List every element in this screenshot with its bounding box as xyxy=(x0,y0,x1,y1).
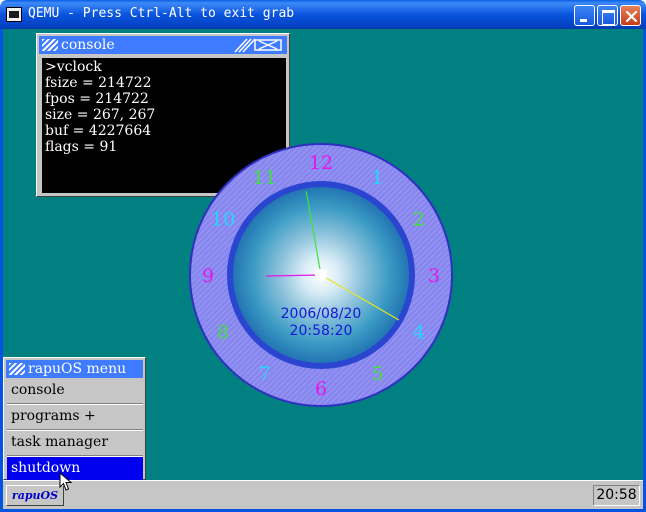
start-button[interactable]: rapuOS xyxy=(6,485,64,506)
taskbar: rapuOS 20:58 xyxy=(3,480,643,509)
menu-item-programs[interactable]: programs + xyxy=(7,405,143,428)
clock-number: 10 xyxy=(211,209,235,231)
clock-date: 2006/08/20 xyxy=(281,306,362,322)
console-line: size = 267, 267 xyxy=(45,107,156,123)
clock-number: 1 xyxy=(371,167,383,189)
clock-hub xyxy=(315,269,327,281)
taskbar-clock: 20:58 xyxy=(593,485,640,506)
menu-title: rapuOS menu xyxy=(28,361,127,377)
rapuos-menu[interactable]: rapuOS menu console programs + task mana… xyxy=(3,357,146,480)
minimize-button[interactable] xyxy=(574,5,595,26)
close-icon xyxy=(625,10,638,23)
clock-number: 12 xyxy=(309,152,333,174)
mouse-cursor-icon xyxy=(59,472,73,491)
clock-time: 20:58:20 xyxy=(290,323,353,339)
clock-number: 7 xyxy=(258,363,270,385)
console-line: >vclock xyxy=(45,59,102,75)
window-controls-icon[interactable] xyxy=(233,37,285,53)
clock-number: 4 xyxy=(413,322,425,344)
menu-titlebar[interactable]: rapuOS menu xyxy=(6,360,143,378)
console-line: fpos = 214722 xyxy=(45,91,149,107)
clock-number: 9 xyxy=(202,265,214,287)
grip-icon xyxy=(42,39,58,51)
analog-clock[interactable]: 121234567891011 2006/08/20 20:58:20 xyxy=(186,140,456,410)
console-line: fsize = 214722 xyxy=(45,75,152,91)
host-titlebar[interactable]: QEMU - Press Ctrl-Alt to exit grab xyxy=(0,0,646,29)
window-title: QEMU - Press Ctrl-Alt to exit grab xyxy=(28,6,295,21)
menu-item-shutdown[interactable]: shutdown xyxy=(7,457,143,480)
console-titlebar[interactable]: console xyxy=(39,36,287,54)
clock-number: 6 xyxy=(315,378,327,400)
grip-icon xyxy=(9,363,25,375)
clock-number: 8 xyxy=(217,322,229,344)
clock-number: 3 xyxy=(428,265,440,287)
maximize-button[interactable] xyxy=(597,5,618,26)
guest-screen[interactable]: console >vclock fsize = 214722 fpos = 21… xyxy=(3,29,643,509)
clock-number: 11 xyxy=(252,167,276,189)
console-title: console xyxy=(61,37,115,53)
qemu-monitor-icon xyxy=(6,7,22,22)
close-button[interactable] xyxy=(620,5,641,26)
menu-item-console[interactable]: console xyxy=(7,379,143,402)
menu-item-task-manager[interactable]: task manager xyxy=(7,431,143,454)
clock-number: 5 xyxy=(371,363,383,385)
console-line: buf = 4227664 xyxy=(45,123,152,139)
clock-number: 2 xyxy=(413,209,425,231)
